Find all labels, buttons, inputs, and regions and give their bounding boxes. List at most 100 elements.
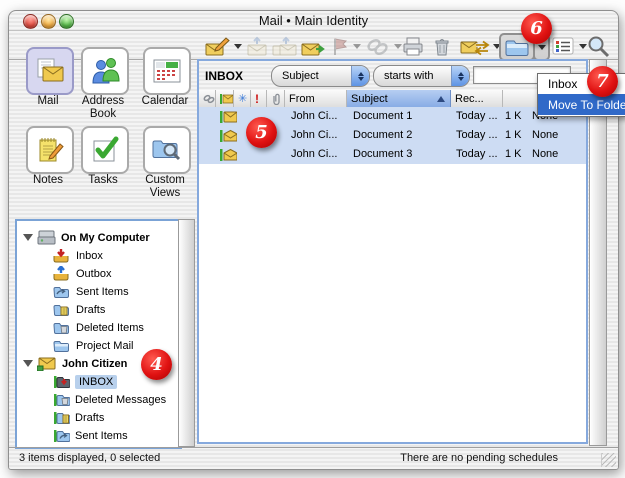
tree-item-deleted-items[interactable]: Deleted Items	[53, 319, 144, 336]
filter-bar: INBOX Subject starts with	[199, 61, 586, 90]
tree-item-label: Outbox	[76, 268, 111, 280]
mail-icon	[35, 58, 65, 84]
flag-icon	[331, 36, 349, 57]
callout-badge-4: 4	[141, 349, 172, 380]
nav-custom-views-label: Custom Views	[136, 174, 194, 200]
tree-item-label: Deleted Messages	[75, 394, 166, 406]
imap-sent-folder-icon	[53, 429, 70, 443]
trash-icon	[433, 36, 451, 57]
send-receive-icon	[460, 36, 490, 57]
nav-custom-views-button[interactable]	[143, 126, 191, 174]
cell-from: John Ci...	[291, 129, 337, 141]
address-book-icon	[90, 57, 120, 85]
from-column-header[interactable]: From	[285, 90, 347, 107]
cell-subject: Document 3	[353, 148, 412, 160]
attachments-column-header[interactable]	[267, 90, 285, 107]
callout-badge-6: 6	[521, 13, 552, 44]
read-message-icon	[220, 148, 237, 161]
received-header-label: Rec...	[455, 93, 484, 105]
calendar-icon	[153, 58, 181, 84]
tree-item-outbox[interactable]: Outbox	[53, 265, 111, 282]
message-pane: INBOX Subject starts with ✳ !	[197, 59, 588, 444]
search-button[interactable]	[587, 34, 611, 58]
lists-dropdown-arrow[interactable]	[579, 44, 587, 49]
send-receive-button[interactable]	[460, 34, 501, 58]
tree-section-john-citizen[interactable]: John Citizen	[23, 355, 127, 372]
resize-grip[interactable]	[601, 453, 616, 467]
notes-icon	[36, 136, 64, 164]
callout-badge-7: 7	[587, 66, 618, 97]
filter-field-select[interactable]: Subject	[271, 65, 370, 87]
new-message-button[interactable]	[205, 34, 242, 58]
reply-icon	[246, 36, 269, 57]
tree-item-label: Drafts	[76, 304, 105, 316]
reply-all-icon	[272, 36, 298, 57]
print-icon	[401, 36, 425, 57]
links-column-header[interactable]	[199, 90, 216, 107]
cell-size: 1 K	[505, 148, 522, 160]
cell-received: Today ...	[456, 148, 498, 160]
popup-arrows-icon	[351, 66, 369, 86]
subject-column-header[interactable]: Subject	[347, 90, 451, 107]
status-column-header[interactable]	[216, 90, 234, 107]
cell-from: John Ci...	[291, 110, 337, 122]
tree-item-label: Deleted Items	[76, 322, 144, 334]
new-message-dropdown-arrow[interactable]	[234, 44, 242, 49]
tree-section-on-my-computer[interactable]: On My Computer	[23, 229, 150, 246]
tree-item-sent-items[interactable]: Sent Items	[53, 283, 129, 300]
nav-calendar-button[interactable]	[143, 47, 191, 95]
tree-item-project-mail[interactable]: Project Mail	[53, 337, 133, 354]
flag-dropdown-arrow[interactable]	[353, 44, 361, 49]
tree-item-drafts[interactable]: Drafts	[53, 301, 105, 318]
folder-icon	[505, 38, 529, 56]
disclosure-triangle-icon[interactable]	[23, 234, 33, 241]
filter-field-value: Subject	[272, 70, 351, 82]
lists-button[interactable]	[552, 34, 587, 58]
forward-button[interactable]	[301, 34, 327, 58]
link-icon	[365, 36, 390, 57]
tree-item-imap-inbox[interactable]: INBOX	[53, 373, 117, 390]
folder-tree-scrollbar[interactable]	[178, 219, 195, 447]
received-column-header[interactable]: Rec...	[451, 90, 503, 107]
nav-mail-label: Mail	[26, 95, 70, 108]
mail-window: Mail • Main Identity	[8, 10, 619, 470]
delete-button[interactable]	[433, 34, 451, 58]
imap-drafts-folder-icon	[53, 411, 70, 425]
nav-address-book-button[interactable]	[81, 47, 129, 95]
online-status-icon: ✳	[238, 92, 247, 105]
move-to-folder-dropdown-arrow	[538, 45, 546, 50]
cell-subject: Document 1	[353, 110, 412, 122]
tree-item-imap-sent-items[interactable]: Sent Items	[53, 427, 128, 444]
sort-ascending-icon	[437, 96, 445, 102]
menu-item-move-to-folder[interactable]: Move To Folder...	[538, 94, 625, 115]
print-button[interactable]	[401, 34, 425, 58]
imap-inbox-icon	[53, 375, 70, 389]
nav-mail-button[interactable]	[26, 47, 74, 95]
attachment-icon	[271, 93, 282, 105]
desktop: Mail • Main Identity	[0, 0, 625, 478]
nav-notes-label: Notes	[26, 174, 70, 187]
tree-section-label: John Citizen	[62, 358, 127, 370]
cell-categories: None	[532, 129, 558, 141]
priority-column-header[interactable]: !	[251, 90, 267, 107]
nav-tasks-button[interactable]	[81, 126, 129, 174]
tree-item-imap-drafts[interactable]: Drafts	[53, 409, 104, 426]
reply-button[interactable]	[246, 34, 269, 58]
tree-item-label: Sent Items	[75, 430, 128, 442]
folder-icon	[53, 339, 69, 352]
link-button[interactable]	[365, 34, 402, 58]
disclosure-triangle-icon[interactable]	[23, 360, 33, 367]
message-list-scrollbar[interactable]	[589, 59, 607, 446]
filter-condition-select[interactable]: starts with	[373, 65, 470, 87]
nav-notes-button[interactable]	[26, 126, 74, 174]
flag-button[interactable]	[331, 34, 361, 58]
cell-from: John Ci...	[291, 148, 337, 160]
sent-folder-icon	[53, 285, 69, 298]
tree-item-inbox[interactable]: Inbox	[53, 247, 103, 264]
online-status-column-header[interactable]: ✳	[234, 90, 251, 107]
from-header-label: From	[289, 93, 315, 105]
tree-item-deleted-messages[interactable]: Deleted Messages	[53, 391, 166, 408]
message-row[interactable]: John Ci... Document 3 Today ... 1 K None	[199, 145, 586, 165]
callout-badge-5: 5	[246, 117, 277, 148]
reply-all-button[interactable]	[272, 34, 298, 58]
